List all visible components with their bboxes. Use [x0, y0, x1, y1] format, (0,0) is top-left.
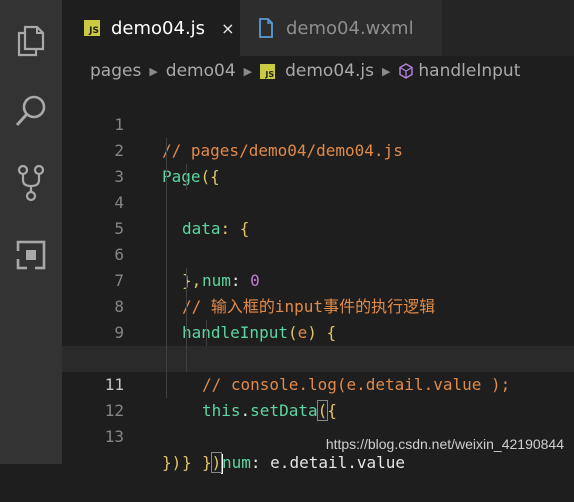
code-token: } [182, 453, 192, 472]
code-line: 9 this.setData({ [62, 294, 574, 421]
line-number: 13 [104, 427, 124, 446]
code-token: } [202, 453, 212, 472]
code-line: 8 // console.log(e.detail.value ); [62, 268, 574, 394]
file-icon [258, 18, 274, 38]
code-line: 3 data: { [62, 138, 574, 238]
code-editor[interactable]: 1 // pages/demo04/demo04.js 2 Page({ 3 d… [62, 86, 574, 474]
chevron-right-icon: ▶ [381, 64, 391, 78]
watermark: https://blog.csdn.net/weixin_42190844 [325, 436, 564, 452]
breadcrumb-item-pages[interactable]: pages [90, 61, 141, 81]
search-icon[interactable] [0, 84, 62, 138]
code-line: 12 } [62, 372, 574, 472]
tab-demo04-js[interactable]: JS demo04.js × [62, 0, 240, 56]
code-token: ) [210, 452, 223, 473]
method-cube-icon [398, 63, 414, 79]
chevron-right-icon: ▶ [243, 64, 253, 78]
extensions-icon[interactable] [0, 228, 62, 282]
chevron-right-icon: ▶ [149, 64, 158, 78]
code-line: 7 handleInput(e) { [62, 242, 574, 342]
code-line: 4 num: 0 [62, 164, 574, 290]
breadcrumb-item-demo04[interactable]: demo04 [166, 61, 236, 81]
code-line: 5 }, [62, 190, 574, 290]
tab-bar: JS demo04.js × demo04.wxml [62, 0, 574, 56]
explorer-icon[interactable] [0, 14, 62, 68]
js-file-icon: JS [260, 63, 276, 79]
tab-demo04-wxml[interactable]: demo04.wxml [240, 0, 442, 56]
tab-label: demo04.wxml [286, 17, 414, 39]
breadcrumb-item-file[interactable]: demo04.js [285, 61, 374, 81]
code-line: 6 // 输入框的input事件的执行逻辑 [62, 216, 574, 316]
code-token: : e.detail.value [250, 453, 406, 472]
code-line: 2 Page({ [62, 112, 574, 186]
code-line: 13 }) [62, 398, 574, 472]
code-line: 10 num: e.detail.value [62, 320, 574, 472]
close-icon[interactable]: × [221, 19, 234, 38]
code-token: }) [162, 453, 182, 472]
code-line: 1 // pages/demo04/demo04.js [62, 86, 574, 160]
code-token: num [222, 453, 251, 472]
source-control-icon[interactable] [0, 156, 62, 210]
breadcrumb-item-symbol[interactable]: handleInput [418, 61, 520, 81]
tab-label: demo04.js [111, 17, 206, 39]
activity-bar [0, 0, 62, 464]
js-file-icon: JS [84, 20, 100, 36]
breadcrumb: pages ▶ demo04 ▶ JS demo04.js ▶ handleIn… [62, 56, 574, 86]
code-line-current: 11 }) [62, 346, 574, 474]
